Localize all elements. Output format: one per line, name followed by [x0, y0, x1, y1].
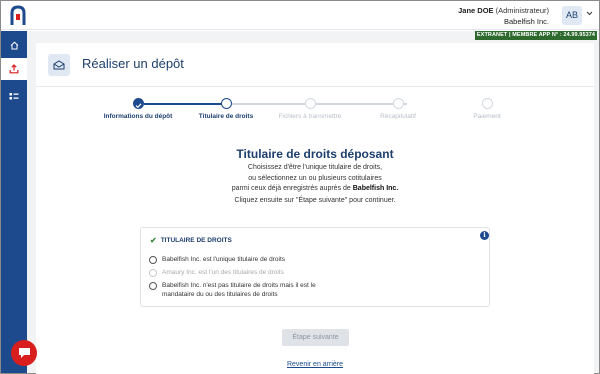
card-header: Réaliser un dépôt [36, 43, 594, 87]
section-description: Choisissez d'être l'unique titulaire de … [36, 163, 594, 195]
sidebar-item-home[interactable] [1, 34, 27, 56]
user-company: Babelfish Inc. [503, 17, 549, 26]
sidebar [1, 31, 27, 373]
option-mandatary-line-2: mandataire du ou des titulaires de droit… [162, 291, 278, 298]
extranet-badge: EXTRANET | MEMBRE APP N° : 24.99.95374 [475, 31, 597, 40]
stepper-line-rest [232, 103, 407, 105]
option-co-holder: Amaury Inc. est l'un des titulaires de d… [149, 268, 284, 277]
step-5-icon [482, 98, 493, 109]
chat-icon [18, 348, 30, 358]
option-mandatary-line-1: Babelfish Inc. n'est pas titulaire de dr… [162, 282, 316, 289]
option-co-holder-label: Amaury Inc. est l'un des titulaires de d… [162, 269, 284, 276]
section-title: Titulaire de droits déposant [236, 147, 394, 161]
user-role: (Administrateur) [495, 6, 549, 15]
upload-icon [9, 64, 19, 74]
step-1-done-icon [133, 98, 144, 109]
step-3-icon [305, 98, 316, 109]
section-hint: Cliquez ensuite sur "Étape suivante" pou… [234, 197, 396, 204]
step-3-label: Fichiers à transmettre [278, 113, 342, 120]
sidebar-item-deposit[interactable] [1, 58, 27, 80]
options-title: ✔ TITULAIRE DE DROITS [150, 236, 232, 245]
desc-line-2: ou sélectionnez un ou plusieurs cotitula… [248, 174, 382, 182]
deposit-card: Réaliser un dépôt Informations du dépôt … [36, 43, 594, 374]
list-icon [9, 92, 19, 99]
stepper-line-1 [144, 103, 222, 105]
next-step-button[interactable]: Étape suivante [282, 329, 349, 346]
content-area: Réaliser un dépôt Informations du dépôt … [27, 31, 599, 374]
info-icon[interactable]: i [480, 231, 489, 240]
page-title: Réaliser un dépôt [82, 56, 184, 71]
home-icon [10, 41, 18, 49]
user-info[interactable]: Jane DOE (Administrateur) Babelfish Inc. [458, 5, 549, 27]
radio-sole-holder[interactable] [149, 255, 157, 264]
user-name: Jane DOE [458, 6, 494, 15]
step-4-icon [393, 98, 404, 109]
step-4-label: Récapitulatif [380, 113, 416, 120]
options-title-label: TITULAIRE DE DROITS [160, 237, 232, 244]
step-2-label: Titulaire de droits [198, 113, 254, 120]
envelope-icon [48, 54, 70, 76]
option-mandatary-label: Babelfish Inc. n'est pas titulaire de dr… [162, 281, 316, 299]
desc-line-3-prefix: parmi ceux déjà enregistrés auprès de [231, 185, 353, 192]
avatar[interactable]: AB [562, 6, 582, 25]
step-5-label: Paiement [473, 113, 501, 120]
sidebar-item-list[interactable] [1, 85, 27, 107]
option-mandatary[interactable]: Babelfish Inc. n'est pas titulaire de dr… [149, 281, 316, 299]
option-sole-holder[interactable]: Babelfish Inc. est l'unique titulaire de… [149, 255, 285, 264]
rights-holder-options: i ✔ TITULAIRE DE DROITS Babelfish Inc. e… [140, 227, 490, 307]
radio-co-holder [149, 268, 157, 277]
top-bar: Jane DOE (Administrateur) Babelfish Inc.… [1, 1, 599, 30]
step-1-label: Informations du dépôt [103, 113, 173, 120]
stepper: Informations du dépôt Titulaire de droit… [104, 98, 501, 128]
desc-company: Babelfish Inc. [352, 185, 399, 192]
step-2-current-icon [221, 98, 232, 109]
back-link[interactable]: Revenir en arrière [36, 361, 594, 368]
chat-button[interactable] [11, 340, 37, 366]
app-logo-icon[interactable] [8, 5, 28, 27]
desc-line-1: Choisissez d'être l'unique titulaire de … [247, 164, 383, 171]
check-icon: ✔ [150, 236, 157, 245]
chevron-down-icon[interactable] [586, 11, 593, 18]
desc-line-3: parmi ceux déjà enregistrés auprès de Ba… [36, 184, 594, 195]
radio-mandatary[interactable] [149, 281, 157, 290]
option-sole-holder-label: Babelfish Inc. est l'unique titulaire de… [162, 256, 286, 263]
